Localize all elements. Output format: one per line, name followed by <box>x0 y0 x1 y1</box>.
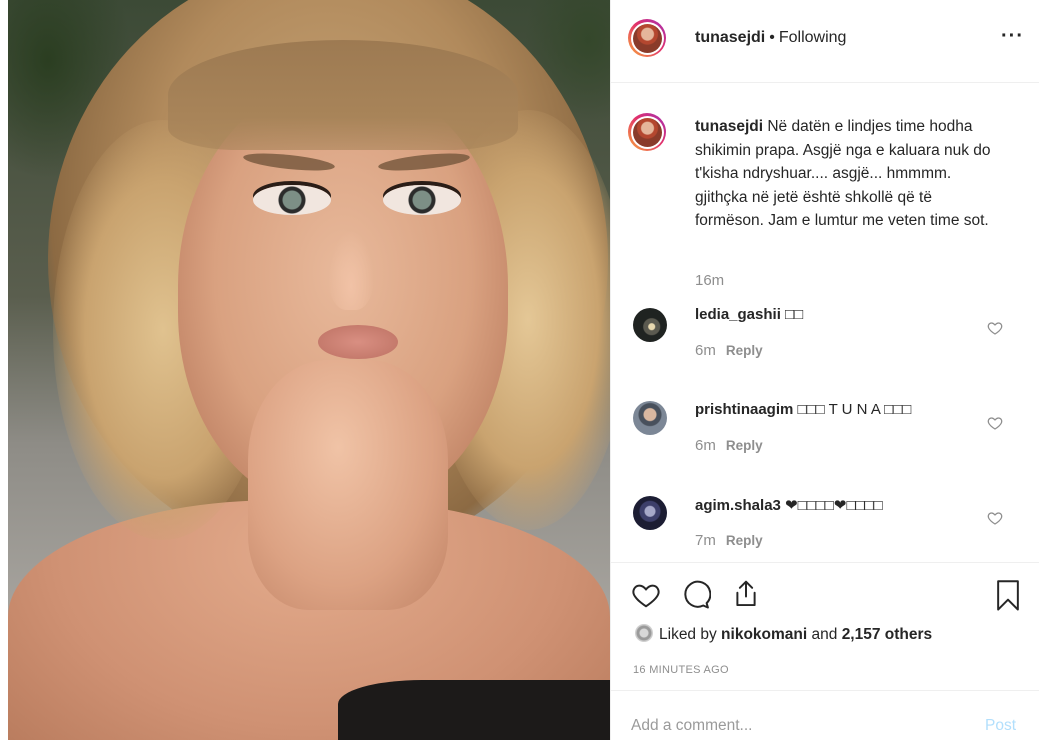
heart-icon[interactable] <box>987 320 1003 336</box>
post-button[interactable]: Post <box>985 717 1016 735</box>
comment-time: 6m <box>695 437 716 454</box>
post-side-panel: tunasejdi • Following ··· tunasejdi Në dat… <box>610 0 1039 740</box>
heart-icon[interactable] <box>987 510 1003 526</box>
post-header: tunasejdi • Following <box>695 29 846 47</box>
caption-avatar[interactable] <box>628 113 666 151</box>
input-divider <box>611 690 1039 691</box>
avatar-image <box>632 23 662 53</box>
photo-top <box>338 680 610 740</box>
comment-avatar[interactable] <box>633 496 667 530</box>
header-username[interactable]: tunasejdi <box>695 29 765 46</box>
comment-icon[interactable] <box>681 580 711 610</box>
add-comment-input[interactable] <box>631 717 961 735</box>
comment-avatar[interactable] <box>633 401 667 435</box>
action-bar <box>611 578 1039 618</box>
photo-nose <box>328 230 374 310</box>
reply-button[interactable]: Reply <box>726 343 763 358</box>
heart-icon[interactable] <box>631 580 661 610</box>
follow-status[interactable]: Following <box>779 29 847 46</box>
likes-count[interactable]: 2,157 others <box>842 626 932 643</box>
more-options-button[interactable]: ··· <box>1001 25 1024 48</box>
comment-item: prishtinaagim □□□ T U N A □□□ 6m Reply <box>611 401 1039 481</box>
post-timestamp[interactable]: 16 MINUTES AGO <box>633 664 729 676</box>
header-separator: • <box>769 29 775 46</box>
liker-avatar[interactable] <box>635 624 653 642</box>
likes-prefix: Liked by <box>659 626 717 643</box>
photo-eye-right <box>383 185 461 215</box>
photo-hand <box>248 360 448 610</box>
caption-time: 16m <box>695 272 725 289</box>
photo-eye-left <box>253 185 331 215</box>
heart-icon[interactable] <box>987 415 1003 431</box>
comment-time: 6m <box>695 342 716 359</box>
comment-text: □□□ T U N A □□□ <box>797 401 912 418</box>
reply-button[interactable]: Reply <box>726 533 763 548</box>
photo-bangs <box>168 40 518 150</box>
likes-middle: and <box>811 626 838 643</box>
comment-item: agim.shala3 ❤□□□□❤□□□□ 7m Reply <box>611 496 1039 576</box>
comment-text: □□ <box>785 306 804 323</box>
post-photo[interactable] <box>8 0 610 740</box>
header-avatar[interactable] <box>628 19 666 57</box>
comment-username[interactable]: ledia_gashii <box>695 306 781 323</box>
caption: tunasejdi Në datën e lindjes time hodha … <box>695 115 1005 233</box>
caption-username[interactable]: tunasejdi <box>695 118 763 135</box>
comment-username[interactable]: prishtinaagim <box>695 401 793 418</box>
header-divider <box>611 82 1039 83</box>
comment-avatar[interactable] <box>633 308 667 342</box>
reply-button[interactable]: Reply <box>726 438 763 453</box>
liker-username[interactable]: nikokomani <box>721 626 807 643</box>
comment-time: 7m <box>695 532 716 549</box>
comments-divider <box>611 562 1039 563</box>
comment-username[interactable]: agim.shala3 <box>695 497 781 514</box>
photo-lips <box>318 325 398 359</box>
comment-text: ❤□□□□❤□□□□ <box>785 497 883 514</box>
comment-item: ledia_gashii □□ 6m Reply <box>611 306 1039 386</box>
likes-summary: Liked by nikokomani and 2,157 others <box>635 624 932 644</box>
share-icon[interactable] <box>731 578 761 610</box>
avatar-image <box>632 117 662 147</box>
bookmark-icon[interactable] <box>995 580 1021 612</box>
